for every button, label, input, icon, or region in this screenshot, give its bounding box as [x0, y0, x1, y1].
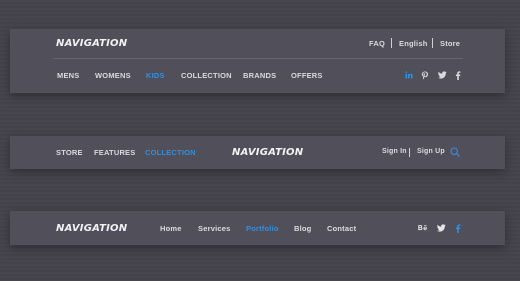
logo-navbar-2[interactable]: NAVIGATION [232, 147, 303, 158]
facebook-icon[interactable] [453, 70, 463, 80]
top-link-faq[interactable]: FAQ [369, 39, 385, 48]
menu-item-mens[interactable]: MENS [57, 71, 79, 80]
logo-navbar-1[interactable]: NAVIGATION [56, 38, 127, 49]
search-icon[interactable] [450, 147, 460, 157]
menu-item-offers[interactable]: OFFERS [291, 71, 323, 80]
facebook-icon[interactable] [453, 223, 463, 233]
top-link-english[interactable]: English [399, 39, 428, 48]
sign-in-link[interactable]: Sign In [382, 148, 407, 155]
linkedin-icon[interactable] [404, 70, 414, 80]
menu-item-portfolio[interactable]: Portfolio [246, 224, 279, 233]
menu-item-contact[interactable]: Contact [327, 224, 356, 233]
menu-item-features[interactable]: FEATURES [94, 148, 135, 157]
menu-item-collection[interactable]: COLLECTION [181, 71, 232, 80]
menu-item-womens[interactable]: WOMENS [95, 71, 131, 80]
sign-up-link[interactable]: Sign Up [417, 148, 445, 155]
divider [391, 38, 392, 48]
twitter-icon[interactable] [437, 70, 447, 80]
top-link-store[interactable]: Store [440, 39, 460, 48]
menu-item-blog[interactable]: Blog [294, 224, 311, 233]
menu-item-collection[interactable]: COLLECTION [145, 148, 196, 157]
menu-item-kids[interactable]: KIDS [146, 71, 165, 80]
menu-item-home[interactable]: Home [160, 224, 182, 233]
pinterest-icon[interactable] [420, 70, 430, 80]
twitter-icon[interactable] [436, 223, 446, 233]
divider [432, 38, 433, 48]
menu-item-store[interactable]: STORE [56, 148, 83, 157]
logo-navbar-3[interactable]: NAVIGATION [56, 223, 127, 234]
divider [409, 148, 410, 157]
menu-item-brands[interactable]: BRANDS [243, 71, 276, 80]
behance-icon[interactable] [418, 223, 428, 233]
menu-item-services[interactable]: Services [198, 224, 230, 233]
divider-line [53, 58, 463, 59]
